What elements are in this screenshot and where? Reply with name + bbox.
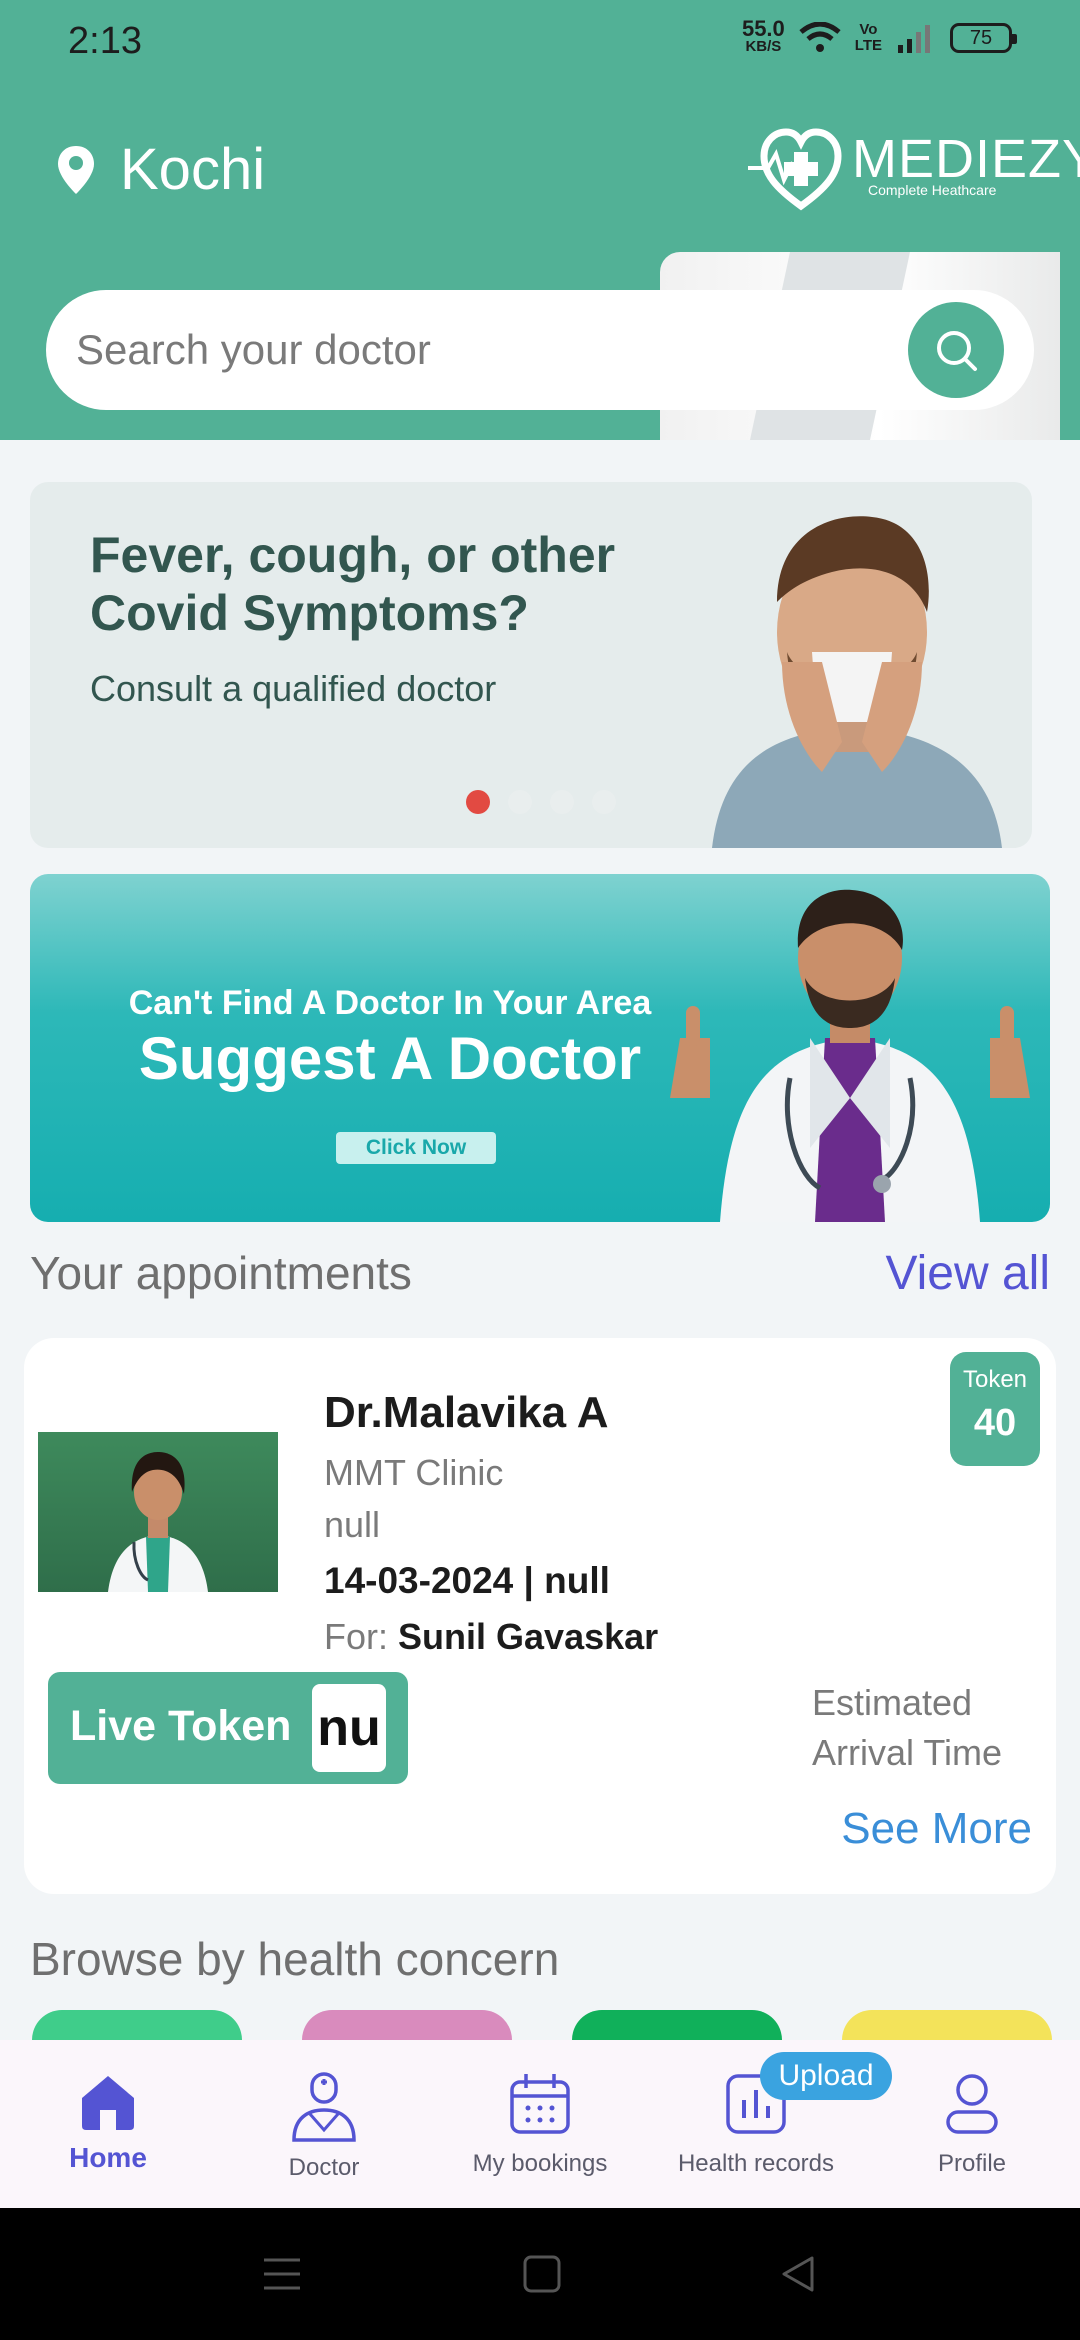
- calendar-icon: [510, 2074, 570, 2134]
- location-selector[interactable]: Kochi: [56, 136, 265, 203]
- home-screen: 2:13 55.0 KB/S Vo LTE 75 Kochi MEDIEZY C…: [0, 0, 1080, 2340]
- clinic-name: MMT Clinic: [324, 1452, 504, 1493]
- heart-logo-icon: [748, 128, 842, 211]
- suggest-banner-title: Suggest A Doctor: [138, 1025, 642, 1092]
- carousel-subtitle: Consult a qualified doctor: [90, 668, 497, 709]
- search-button[interactable]: [908, 302, 1004, 398]
- view-all-link[interactable]: View all: [885, 1246, 1050, 1301]
- nav-my-bookings[interactable]: My bookings: [432, 2040, 648, 2208]
- home-button-icon[interactable]: [522, 2254, 562, 2294]
- home-icon: [82, 2076, 134, 2130]
- battery-indicator: 75: [950, 23, 1017, 53]
- see-more-link[interactable]: See More: [841, 1804, 1032, 1854]
- mediezy-logo: MEDIEZY Complete Heathcare: [746, 118, 1080, 214]
- promo-carousel[interactable]: Fever, cough, or other Covid Symptoms? C…: [30, 482, 1032, 848]
- appointments-title: Your appointments: [30, 1247, 412, 1299]
- live-token-box: Live Token nu: [48, 1672, 408, 1784]
- person-icon: [946, 2074, 998, 2134]
- token-badge: Token 40: [950, 1352, 1040, 1466]
- location-pin-icon: [58, 145, 94, 194]
- browse-concern-title: Browse by health concern: [30, 1933, 560, 1985]
- status-icons: 55.0 KB/S Vo LTE 75: [741, 16, 1017, 56]
- token-label: Token: [962, 1366, 1028, 1393]
- logo-wordmark: MEDIEZY: [852, 129, 1080, 189]
- logo-tagline: Complete Heathcare: [868, 182, 997, 198]
- suggest-doctor-banner[interactable]: Can't Find A Doctor In Your Area Suggest…: [30, 874, 1050, 1222]
- carousel-title: Fever, cough, or other Covid Symptoms?: [90, 527, 616, 641]
- carousel-dot[interactable]: [508, 790, 532, 814]
- volte-indicator: Vo LTE: [854, 21, 882, 54]
- carousel-dot-active[interactable]: [466, 790, 490, 814]
- status-time: 2:13: [68, 20, 142, 62]
- search-icon: [937, 331, 977, 371]
- doctor-photo: [38, 1432, 278, 1592]
- patient-name: Sunil Gavaskar: [398, 1616, 659, 1657]
- wifi-icon: [799, 22, 841, 52]
- search-bar[interactable]: Search your doctor: [46, 290, 1034, 410]
- app-header: 2:13 55.0 KB/S Vo LTE 75 Kochi MEDIEZY C…: [0, 0, 1080, 252]
- click-now-button[interactable]: Click Now: [336, 1132, 496, 1164]
- network-speed: 55.0 KB/S: [741, 16, 785, 56]
- bottom-navigation: Home Doctor My bookings Health records P…: [0, 2040, 1080, 2208]
- doctor-name: Dr.Malavika A: [324, 1388, 609, 1437]
- live-token-label: Live Token: [70, 1702, 292, 1750]
- upload-badge[interactable]: Upload: [760, 2052, 892, 2100]
- live-token-value: nu: [312, 1684, 386, 1772]
- token-number: 40: [973, 1402, 1017, 1444]
- nav-home[interactable]: Home: [0, 2040, 216, 2208]
- carousel-indicator: [466, 790, 616, 814]
- search-input[interactable]: Search your doctor: [76, 326, 431, 374]
- carousel-dot[interactable]: [550, 790, 574, 814]
- doctor-avatar-illustration: [108, 1452, 208, 1592]
- system-navigation-bar: [0, 2208, 1080, 2340]
- doctor-icon: [292, 2072, 356, 2142]
- carousel-dot[interactable]: [592, 790, 616, 814]
- location-name: Kochi: [120, 137, 266, 202]
- nav-profile[interactable]: Profile: [864, 2040, 1080, 2208]
- back-icon[interactable]: [778, 2254, 818, 2294]
- suggest-banner-subtitle: Can't Find A Doctor In Your Area: [128, 984, 652, 1022]
- estimated-arrival-time: Estimated Arrival Time: [811, 1682, 1002, 1773]
- menu-icon[interactable]: [262, 2254, 302, 2294]
- appointment-patient: For: Sunil Gavaskar: [324, 1616, 659, 1657]
- search-section: Search your doctor: [0, 252, 1080, 440]
- appointment-detail: null: [324, 1504, 381, 1545]
- appointment-card[interactable]: Dr.Malavika A MMT Clinic null 14-03-2024…: [24, 1338, 1056, 1894]
- nav-doctor[interactable]: Doctor: [216, 2040, 432, 2208]
- sneezing-man-illustration: [712, 516, 1002, 848]
- signal-icon: [898, 25, 930, 53]
- doctor-thumbs-up-illustration: [670, 889, 1030, 1222]
- appointment-date: 14-03-2024 | null: [324, 1560, 610, 1601]
